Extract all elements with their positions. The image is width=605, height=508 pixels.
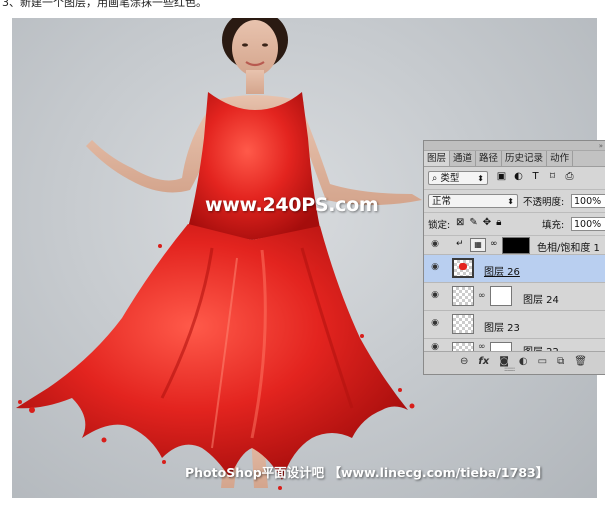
- clip-arrow-icon: ↵: [456, 239, 464, 249]
- tab-history[interactable]: 历史记录: [502, 151, 548, 166]
- layer-thumbnail[interactable]: [452, 258, 474, 278]
- panel-tabs: 图层 通道 路径 历史记录 动作: [424, 151, 605, 167]
- layer-thumbnail[interactable]: [452, 286, 474, 306]
- lock-all-icon[interactable]: 🔒︎: [496, 217, 501, 228]
- lock-label: 锁定:: [428, 220, 451, 231]
- image-filter-icon[interactable]: ▣: [496, 171, 507, 182]
- filter-kind-label: 类型: [440, 173, 460, 184]
- fill-input[interactable]: 100%: [571, 217, 605, 231]
- fx-icon[interactable]: fx: [478, 356, 489, 367]
- tab-layers[interactable]: 图层: [424, 151, 451, 166]
- watermark-center: www.240PS.com: [205, 194, 379, 216]
- layer-name[interactable]: 图层 23: [484, 319, 520, 334]
- search-icon: ⌕: [432, 173, 438, 184]
- panel-grip[interactable]: »: [424, 141, 605, 151]
- lock-move-icon[interactable]: ✥: [483, 217, 491, 228]
- visibility-eye-icon[interactable]: ◉: [429, 240, 441, 249]
- layer-mask-thumbnail[interactable]: [490, 286, 512, 306]
- layer-name[interactable]: 图层 24: [523, 291, 559, 306]
- chevron-down-icon: ⬍: [477, 174, 484, 183]
- layer-name[interactable]: 色相/饱和度 1: [537, 239, 600, 254]
- blend-mode-select[interactable]: 正常 ⬍: [428, 194, 518, 208]
- adjustment-filter-icon[interactable]: ◐: [513, 171, 524, 182]
- blend-row: 正常 ⬍ 不透明度: 100%: [424, 190, 605, 213]
- visibility-eye-icon[interactable]: ◉: [429, 319, 441, 328]
- collapse-icon[interactable]: »: [599, 142, 603, 150]
- filter-row: ⌕ 类型 ⬍ ▣ ◐ T ⌑ ⎙: [424, 167, 605, 190]
- chain-icon: ∞: [478, 291, 486, 301]
- lock-icons: ⊠ ✎ ✥ 🔒︎: [456, 217, 502, 228]
- chevron-down-icon: ⬍: [507, 197, 514, 206]
- layer-row-hue-saturation[interactable]: ◉ ↵ ▦ ∞ 色相/饱和度 1: [424, 236, 605, 255]
- visibility-eye-icon[interactable]: ◉: [429, 263, 441, 272]
- folder-icon[interactable]: ▭: [538, 356, 547, 367]
- lock-paint-icon[interactable]: ✎: [469, 217, 477, 228]
- link-icon[interactable]: ⊖: [460, 356, 468, 367]
- visibility-eye-icon[interactable]: ◉: [429, 291, 441, 300]
- opacity-label: 不透明度:: [523, 197, 565, 208]
- adjustment-icon[interactable]: ◐: [519, 356, 528, 367]
- adjustment-layer-icon: ▦: [470, 238, 486, 252]
- new-layer-icon[interactable]: ⧉: [557, 356, 564, 367]
- filter-kind-select[interactable]: ⌕ 类型 ⬍: [428, 171, 488, 185]
- top-caption: 3、新建一个图层，用画笔涂抹一些红色。: [2, 0, 207, 9]
- chain-icon: ∞: [490, 239, 498, 249]
- blend-mode-value: 正常: [432, 196, 452, 207]
- trash-icon[interactable]: 🗑︎: [574, 356, 587, 367]
- layer-thumbnail[interactable]: [452, 314, 474, 334]
- lock-transparency-icon[interactable]: ⊠: [456, 217, 464, 228]
- shape-filter-icon[interactable]: ⌑: [547, 171, 558, 182]
- layer-row-selected[interactable]: ◉ 图层 26: [424, 255, 605, 283]
- smart-object-filter-icon[interactable]: ⎙: [564, 171, 575, 182]
- tab-actions[interactable]: 动作: [547, 151, 574, 166]
- layer-mask-thumbnail[interactable]: [502, 237, 530, 254]
- tab-paths[interactable]: 路径: [476, 151, 503, 166]
- bottom-icons: ⊖ fx ◙ ◐ ▭ ⧉ 🗑︎: [460, 356, 587, 367]
- fill-label: 填充:: [542, 220, 565, 231]
- watermark-bottom: PhotoShop平面设计吧 【www.linecg.com/tieba/178…: [185, 465, 549, 480]
- type-filter-icon[interactable]: T: [530, 171, 541, 182]
- lock-row: 锁定: ⊠ ✎ ✥ 🔒︎ 填充: 100%: [424, 213, 605, 236]
- opacity-input[interactable]: 100%: [571, 194, 605, 208]
- resize-grip-icon[interactable]: ::::::::::: [504, 366, 515, 373]
- red-paint-preview: [459, 263, 467, 270]
- layer-row[interactable]: ◉ ∞ 图层 24: [424, 283, 605, 311]
- panel-bottom-bar: ⊖ fx ◙ ◐ ▭ ⧉ 🗑︎ ::::::::::: [424, 351, 605, 374]
- filter-icons: ▣ ◐ T ⌑ ⎙: [496, 171, 575, 182]
- layers-panel: » 图层 通道 路径 历史记录 动作 ⌕ 类型 ⬍ ▣ ◐ T ⌑ ⎙ 正常 ⬍…: [423, 140, 605, 375]
- layer-row[interactable]: ◉ 图层 23: [424, 311, 605, 339]
- layer-name[interactable]: 图层 26: [484, 263, 520, 278]
- tab-channels[interactable]: 通道: [450, 151, 477, 166]
